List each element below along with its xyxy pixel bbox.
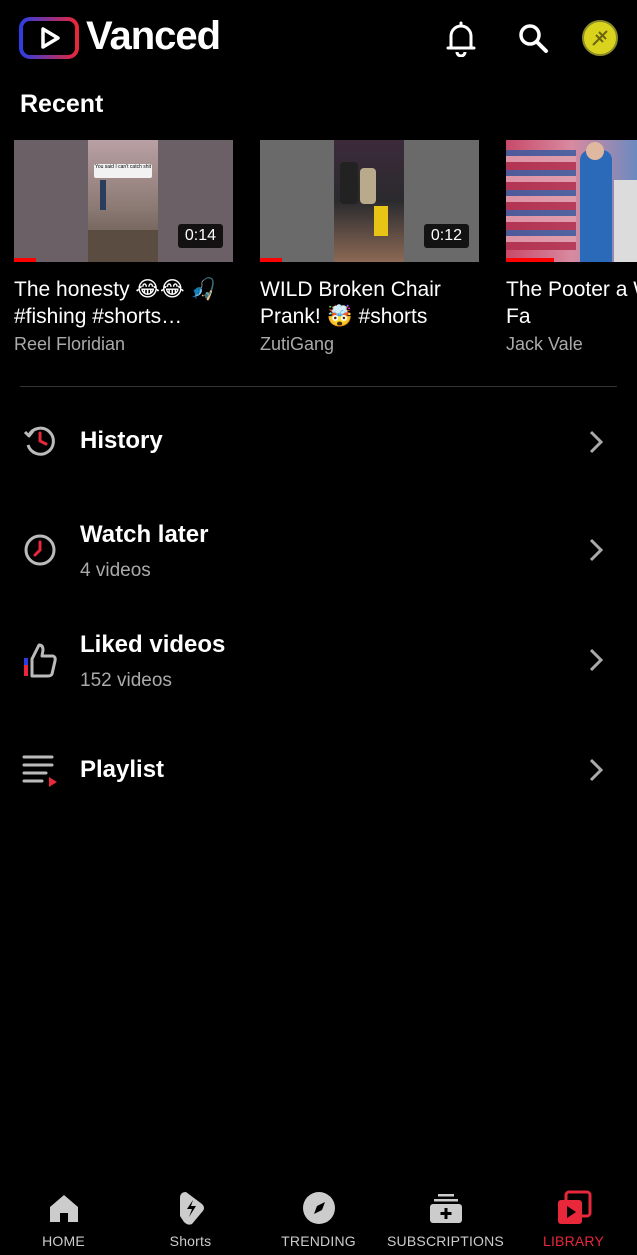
nav-subscriptions[interactable]: SUBSCRIPTIONS [382,1180,509,1255]
thumbnail-caption: You said I can't catch shit [94,164,152,178]
trending-icon [255,1188,382,1228]
nav-library[interactable]: LIBRARY [510,1180,637,1255]
row-label: Liked videos [80,631,226,658]
row-count: 4 videos [80,560,151,581]
top-app-bar: Vanced [0,0,637,78]
shorts-icon [127,1188,254,1228]
channel-name: Jack Vale [506,334,583,354]
library-row-liked-videos[interactable]: Liked videos 152 videos [0,618,637,706]
nav-label: Shorts [169,1233,212,1249]
channel-name: Reel Floridian [14,334,126,354]
notifications-icon[interactable] [443,18,479,58]
video-thumbnail[interactable]: 0:12 [260,140,479,262]
library-row-playlist[interactable]: Playlist [0,738,637,802]
history-icon [20,421,60,461]
recent-video-card[interactable]: 0:12 WILD Broken Chair Prank! 🤯 #shorts … [260,140,479,355]
recent-video-card[interactable]: You said I can't catch shit 0:14 The hon… [14,140,233,355]
chevron-right-icon [589,648,604,672]
thumbs-up-icon [20,640,60,680]
recent-heading: Recent [20,90,104,118]
section-divider [20,386,617,387]
library-row-history[interactable]: History [0,410,637,474]
row-count: 152 videos [80,670,172,691]
clock-icon [20,530,60,570]
app-name: Vanced [86,14,221,58]
bottom-navigation: HOME Shorts TRENDING SUBSCRIPTIONS LIBRA… [0,1180,637,1255]
nav-home[interactable]: HOME [0,1180,127,1255]
video-title[interactable]: WILD Broken Chair Prank! 🤯 #shorts [260,276,485,330]
library-icon [510,1188,637,1228]
nav-shorts[interactable]: Shorts [127,1180,254,1255]
nav-label: HOME [42,1233,85,1249]
library-row-watch-later[interactable]: Watch later 4 videos [0,508,637,596]
account-avatar[interactable] [582,20,618,56]
chevron-right-icon [589,758,604,782]
video-duration: 0:12 [423,224,469,248]
recent-video-card[interactable]: The Pooter a Walmart! - Fa Jack Vale [506,140,637,355]
row-label: Watch later [80,521,209,548]
vanced-logo-icon [18,16,80,60]
nav-label: SUBSCRIPTIONS [387,1233,504,1249]
video-duration: 0:14 [177,224,223,248]
home-icon [0,1188,127,1228]
subscriptions-icon [382,1188,509,1228]
chevron-right-icon [589,538,604,562]
nav-trending[interactable]: TRENDING [255,1180,382,1255]
video-thumbnail[interactable]: You said I can't catch shit 0:14 [14,140,233,262]
watch-progress-bar [506,258,554,262]
recent-videos-carousel[interactable]: You said I can't catch shit 0:14 The hon… [14,140,637,370]
channel-name: ZutiGang [260,334,335,354]
row-label: History [80,427,163,454]
chevron-right-icon [589,430,604,454]
nav-label: TRENDING [281,1233,356,1249]
watch-progress-bar [260,258,282,262]
row-label: Playlist [80,756,165,783]
video-thumbnail[interactable] [506,140,637,262]
nav-label: LIBRARY [542,1233,605,1249]
video-title[interactable]: The honesty 😂😂 🎣 #fishing #shorts… [14,276,239,330]
watch-progress-bar [14,258,36,262]
video-title[interactable]: The Pooter a Walmart! - Fa [506,276,637,330]
search-icon[interactable] [515,18,551,58]
playlist-icon [20,750,60,790]
